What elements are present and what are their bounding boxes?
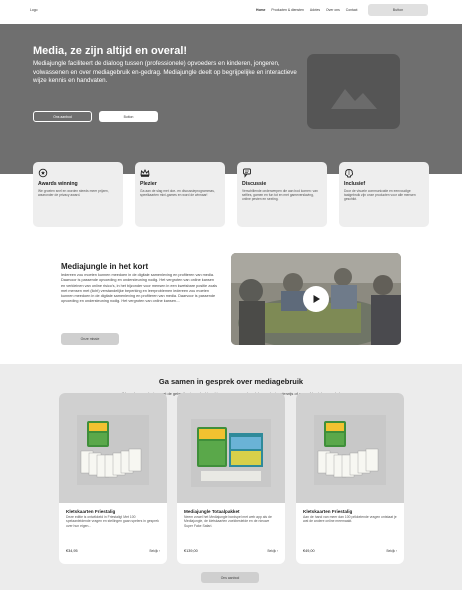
crown-icon (140, 168, 150, 177)
product-desc: Aan de hand van meer dan 100 prikkelende… (303, 515, 397, 524)
play-button[interactable] (303, 286, 329, 312)
product-title[interactable]: Kletskaarten Friestalig (303, 509, 352, 514)
product-desc: Deze editie is ontwikkeld in Friestalig!… (66, 515, 159, 528)
nav-button[interactable]: Button (368, 4, 428, 16)
chat-icon (243, 168, 251, 178)
product-view-link[interactable]: Bekijk › (387, 549, 397, 553)
logo[interactable]: Logo (30, 8, 38, 12)
feature-title: Inclusief (344, 181, 366, 187)
hero-image (307, 54, 400, 129)
nav-link-producten[interactable]: Producten & diensten (271, 8, 303, 12)
feature-desc: Ga aan de slag met doe- en discussieprog… (140, 189, 215, 198)
product-title[interactable]: Mediajungle Totaalpakket (184, 509, 240, 514)
feature-card-plezier: Plezier Ga aan de slag met doe- en discu… (135, 162, 225, 227)
product-image (59, 393, 167, 503)
nav-link-advies[interactable]: Advies (310, 8, 320, 12)
nav-link-home[interactable]: Home (256, 8, 265, 12)
hero-section: Media, ze zijn altijd en overal! Mediaju… (0, 24, 462, 174)
product-price: €49,00 (303, 549, 315, 553)
product-price: €34,95 (66, 549, 78, 553)
product-image (296, 393, 404, 503)
onze-missie-button[interactable]: Onze missie (61, 333, 119, 345)
nav-link-contact[interactable]: Contact (346, 8, 358, 12)
nav-links: Home Producten & diensten Advies Over on… (256, 8, 357, 12)
product-image (177, 393, 285, 503)
footer (0, 590, 462, 606)
feature-card-discussie: Discussie Verschillende onderwerpen die … (237, 162, 327, 227)
hero-title: Media, ze zijn altijd en overal! (33, 45, 188, 57)
product-title[interactable]: Kletskaarten Friestalig (66, 509, 115, 514)
navbar: Logo Home Producten & diensten Advies Ov… (0, 0, 462, 24)
hero-button[interactable]: Button (99, 111, 158, 122)
image-placeholder-icon (331, 89, 377, 109)
feature-card-awards: Awards winning We groeien snel en worden… (33, 162, 123, 227)
feature-title: Awards winning (38, 181, 78, 187)
product-card[interactable]: Kletskaarten Friestalig Deze editie is o… (59, 393, 167, 564)
intro-text: Iedereen zou moeten kunnen meedoen in de… (61, 273, 218, 304)
feature-desc: Verschillende onderwerpen die aan bod ko… (242, 189, 318, 202)
product-view-link[interactable]: Bekijk › (268, 549, 278, 553)
hero-ons-aanbod-button[interactable]: Ons aanbod (33, 111, 92, 122)
product-desc: Neem zowel het Mediajungle bordspel met … (184, 515, 272, 528)
award-icon (38, 168, 48, 178)
play-icon (313, 295, 320, 303)
feature-title: Plezier (140, 181, 157, 187)
nav-link-over-ons[interactable]: Over ons (326, 8, 340, 12)
hero-text: Mediajungle faciliteert de dialoog tusse… (33, 60, 297, 85)
brain-icon (344, 169, 354, 178)
feature-title: Discussie (242, 181, 267, 187)
product-card[interactable]: Mediajungle Totaalpakket Neem zowel het … (177, 393, 285, 564)
product-price: €139,00 (184, 549, 198, 553)
feature-card-inclusief: Inclusief Door de visuele communicatie e… (339, 162, 429, 227)
feature-desc: Door de visuele communicatie en eenvoudi… (344, 189, 416, 202)
product-card[interactable]: Kletskaarten Friestalig Aan de hand van … (296, 393, 404, 564)
products-title: Ga samen in gesprek over mediagebruik (158, 377, 304, 386)
ons-aanbod-button[interactable]: Ons aanbod (201, 572, 259, 583)
product-view-link[interactable]: Bekijk › (150, 549, 160, 553)
feature-desc: We groeien snel en worden steeds meer pr… (38, 189, 109, 198)
intro-title: Mediajungle in het kort (61, 262, 149, 271)
